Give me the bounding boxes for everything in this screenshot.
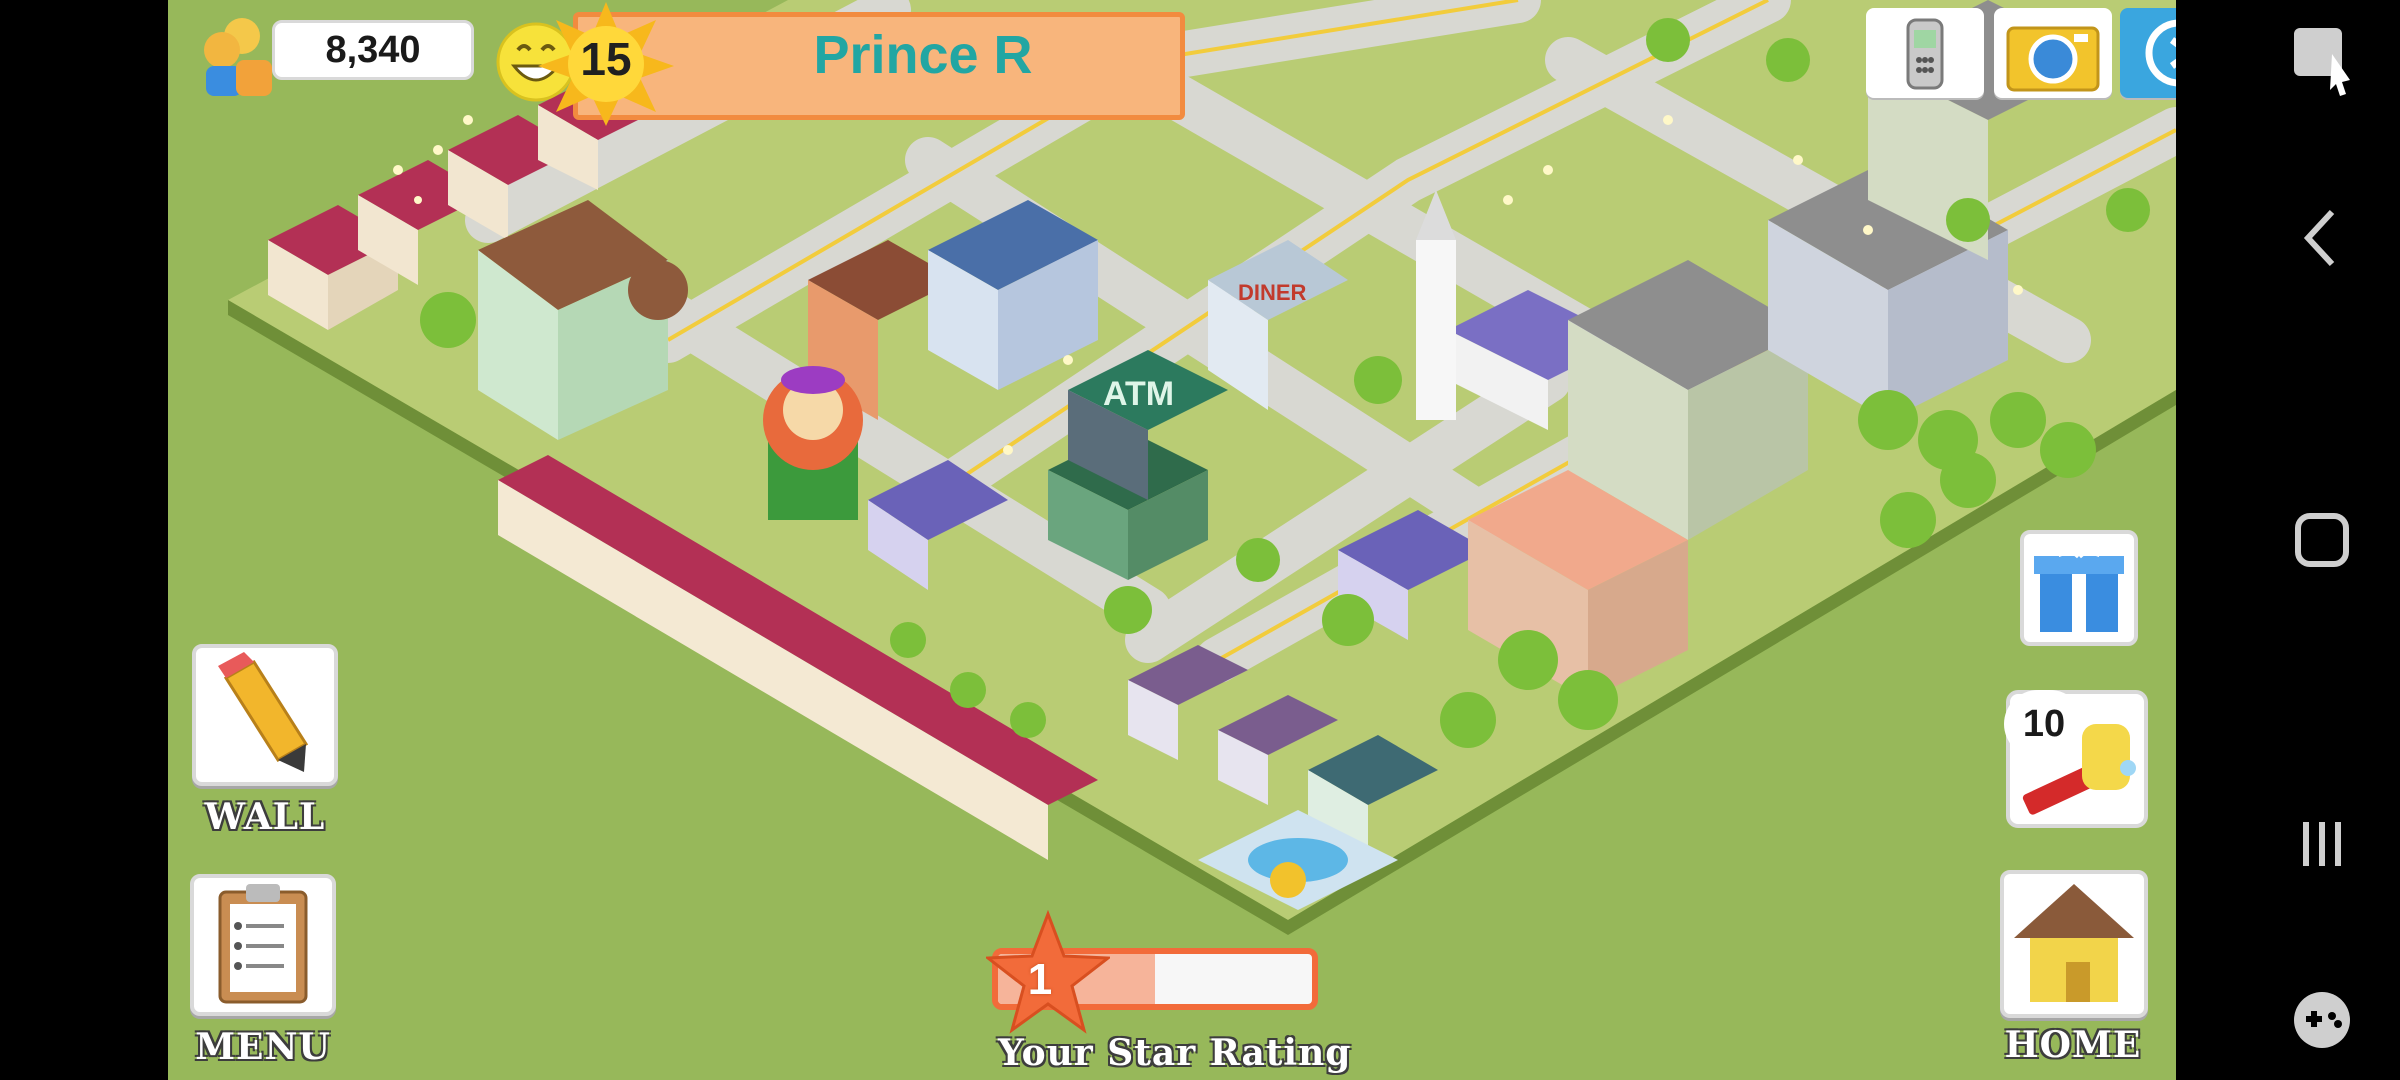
home-label: HOME <box>2004 1024 2142 1066</box>
share-icon <box>2145 19 2176 87</box>
game-viewport[interactable]: ATM DINER 8,340 15 Prince R WALL MENU 10… <box>168 0 2176 1080</box>
screenshot-icon[interactable] <box>2272 10 2372 110</box>
star-rating-label: Your Star Rating <box>998 1032 1352 1074</box>
home-square-icon[interactable] <box>2272 490 2372 590</box>
cleanup-count-badge: 10 <box>2004 690 2084 758</box>
wall-button[interactable] <box>192 644 338 786</box>
pencil-icon <box>218 652 309 772</box>
menu-label: MENU <box>195 1026 331 1068</box>
back-chevron-icon[interactable] <box>2272 188 2372 288</box>
player-level: 15 <box>580 33 632 85</box>
camera-icon <box>2006 26 2100 92</box>
home-button[interactable] <box>2000 870 2148 1018</box>
wall-label: WALL <box>204 796 326 838</box>
phone-button[interactable] <box>1866 8 1984 98</box>
clown-statue <box>763 366 863 520</box>
clipboard-icon <box>218 884 308 1004</box>
gamepad-icon[interactable] <box>2272 970 2372 1070</box>
house-icon <box>2014 884 2134 1002</box>
coins-people-icon <box>204 18 272 96</box>
svg-text:ATM: ATM <box>1103 375 1174 413</box>
coin-amount: 8,340 <box>272 20 474 80</box>
city-map[interactable]: ATM DINER <box>168 0 2176 1080</box>
gift-button[interactable] <box>2020 530 2138 646</box>
gift-icon <box>2034 542 2124 632</box>
menu-button[interactable] <box>190 874 336 1016</box>
share-button[interactable] <box>2120 8 2176 98</box>
recent-apps-icon[interactable] <box>2272 794 2372 894</box>
star-rating-value: 1 <box>1027 955 1053 1004</box>
camera-button[interactable] <box>1994 8 2112 98</box>
mobile-phone-icon <box>1906 18 1944 90</box>
player-name: Prince R <box>813 25 1033 85</box>
svg-text:DINER: DINER <box>1238 280 1307 305</box>
